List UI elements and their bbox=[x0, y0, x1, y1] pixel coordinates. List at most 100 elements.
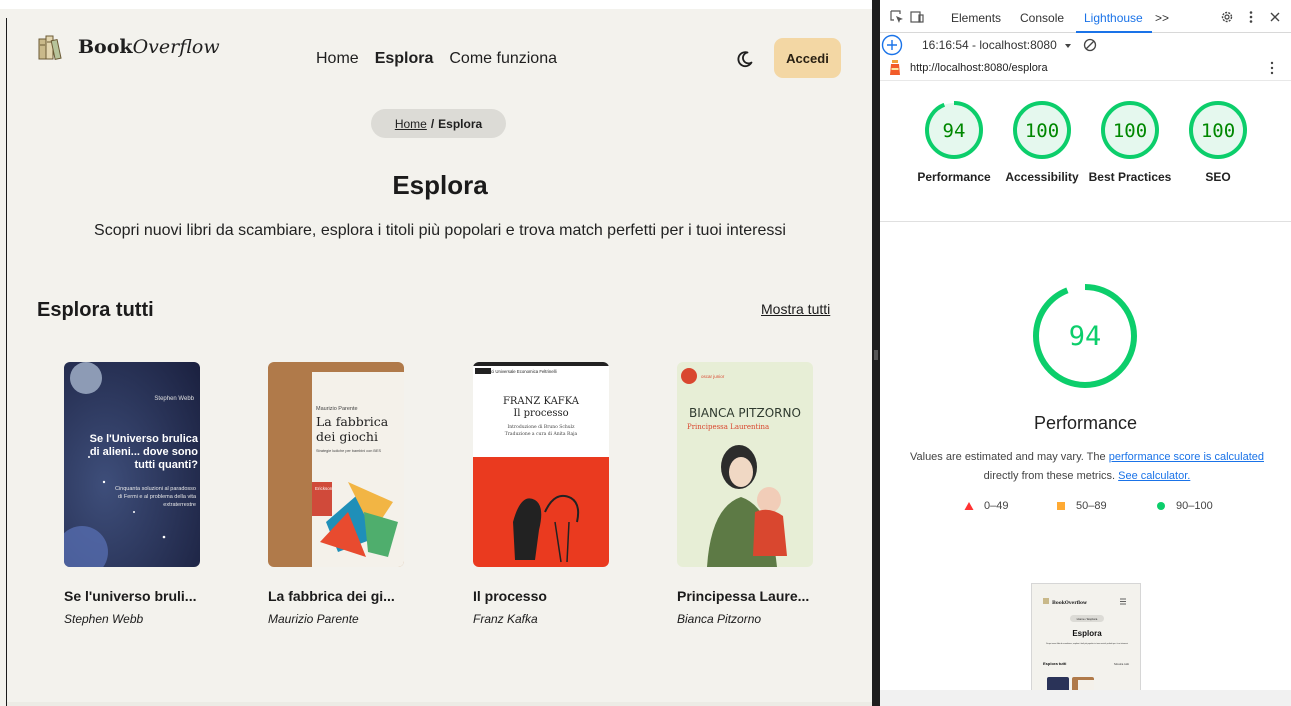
divider bbox=[880, 221, 1291, 222]
score-label: Accessibility bbox=[1005, 170, 1079, 184]
book-card[interactable]: Maurizio Parente La fabbrica dei giochi … bbox=[268, 362, 418, 626]
page-subtitle: Scopri nuovi libri da scambiare, esplora… bbox=[94, 222, 786, 239]
next-section-edge bbox=[7, 702, 872, 706]
main-nav: Home Esplora Come funziona bbox=[316, 50, 557, 68]
show-all-link[interactable]: Mostra tutti bbox=[761, 301, 830, 317]
new-report-icon[interactable] bbox=[881, 34, 903, 56]
cover-line: di alieni... dove sono bbox=[90, 446, 198, 458]
devtools-panel: Elements Console Lighthouse >> 16:16:54 … bbox=[880, 0, 1291, 706]
brand-logo[interactable]: BookOverflow bbox=[36, 31, 220, 63]
gear-icon[interactable] bbox=[1220, 10, 1234, 24]
score-value: 100 bbox=[1025, 120, 1059, 142]
cover-line: extraterrestre bbox=[163, 502, 196, 508]
calculator-link[interactable]: See calculator. bbox=[1118, 470, 1190, 482]
cover-author: FRANZ KAFKA bbox=[503, 396, 580, 407]
cover-line: Principessa Laurentina bbox=[687, 423, 769, 431]
performance-heading: Performance bbox=[1033, 413, 1138, 433]
cover-line: tutti quanti? bbox=[134, 459, 198, 471]
cover-author: BIANCA PITZORNO bbox=[689, 406, 801, 420]
thumb-subtitle: Scopri nuovi libri da scambiare, esplora… bbox=[1046, 642, 1128, 645]
breadcrumb-home[interactable]: Home bbox=[395, 117, 427, 131]
cover-line: dei giochi bbox=[316, 429, 378, 444]
cover-author: Maurizio Parente bbox=[316, 406, 358, 412]
legend-fail: 0–49 bbox=[964, 500, 1008, 512]
performance-note: Values are estimated and may vary. The p… bbox=[902, 448, 1272, 486]
tab-console[interactable]: Console bbox=[1020, 11, 1064, 25]
book-cover: I Classici Universale Economica Feltrine… bbox=[473, 362, 609, 567]
books-logo-icon bbox=[38, 35, 62, 60]
book-title: Il processo bbox=[473, 588, 547, 604]
book-author: Stephen Webb bbox=[64, 612, 144, 626]
cover-line: Traduzione a cura di Anita Raja bbox=[505, 431, 578, 437]
score-value: 94 bbox=[943, 120, 966, 142]
performance-gauge-large: 94 bbox=[1033, 284, 1137, 388]
legend-label: 0–49 bbox=[984, 500, 1009, 512]
audited-url: http://localhost:8080/esplora bbox=[910, 62, 1048, 74]
book-card[interactable]: oscar junior BIANCA PITZORNO Principessa… bbox=[677, 362, 827, 626]
clear-reports-icon[interactable] bbox=[1083, 38, 1097, 52]
tab-lighthouse[interactable]: Lighthouse bbox=[1084, 11, 1143, 25]
thumb-brand: BookOverflow bbox=[1052, 600, 1087, 606]
chevron-down-icon[interactable] bbox=[1063, 41, 1073, 51]
cover-line: Cinquanta soluzioni al paradosso bbox=[115, 486, 196, 492]
big-score-value: 94 bbox=[1069, 321, 1102, 352]
cover-line: di Fermi e al problema della vita bbox=[118, 494, 197, 500]
thumb-breadcrumb: Home / Esplora bbox=[1077, 617, 1098, 621]
close-icon[interactable] bbox=[1268, 10, 1282, 24]
nav-how-it-works[interactable]: Come funziona bbox=[449, 50, 557, 68]
score-gauge-seo[interactable]: 100 bbox=[1188, 100, 1248, 160]
report-toolbar: 16:16:54 - localhost:8080 bbox=[880, 34, 1291, 56]
breadcrumb-separator: / bbox=[430, 116, 435, 131]
note-text: Values are estimated and may vary. The bbox=[909, 451, 1109, 463]
cover-author: Stephen Webb bbox=[154, 396, 194, 402]
legend-label: 50–89 bbox=[1076, 500, 1107, 512]
audited-url-bar: http://localhost:8080/esplora bbox=[880, 56, 1291, 81]
score-value: 100 bbox=[1201, 120, 1235, 142]
score-gauge-accessibility[interactable]: 100 bbox=[1012, 100, 1072, 160]
inspect-element-icon[interactable] bbox=[890, 10, 904, 24]
tab-elements[interactable]: Elements bbox=[951, 11, 1001, 25]
triangle-icon bbox=[964, 502, 974, 510]
resize-handle[interactable] bbox=[874, 350, 878, 360]
book-cover: Stephen Webb Se l'Universo brulica di al… bbox=[64, 362, 200, 567]
legend-label: 90–100 bbox=[1176, 500, 1213, 512]
circle-icon bbox=[1157, 502, 1165, 510]
thumbnail-render: BookOverflow Home / Esplora Esplora Scop… bbox=[1032, 584, 1140, 705]
cover-publisher: Erickson bbox=[315, 486, 333, 491]
performance-score-link[interactable]: performance score is calculated bbox=[1109, 451, 1264, 463]
active-tab-indicator bbox=[1076, 31, 1152, 33]
book-author: Maurizio Parente bbox=[268, 612, 359, 626]
panel-bottom bbox=[880, 690, 1291, 706]
nav-home[interactable]: Home bbox=[316, 50, 359, 68]
score-label: Best Practices bbox=[1088, 170, 1172, 184]
kebab-menu-icon[interactable] bbox=[1244, 10, 1258, 24]
score-gauge-performance[interactable]: 94 bbox=[924, 100, 984, 160]
book-author: Bianca Pitzorno bbox=[677, 612, 762, 626]
login-button[interactable]: Accedi bbox=[774, 38, 841, 78]
brand-name: BookOverflow bbox=[78, 36, 220, 58]
breadcrumb-current: Esplora bbox=[438, 116, 483, 131]
report-selector[interactable]: 16:16:54 - localhost:8080 bbox=[922, 38, 1057, 52]
cover-line: Introduzione di Bruno Schulz bbox=[508, 424, 576, 430]
breadcrumb: Home / Esplora bbox=[371, 109, 506, 138]
book-card[interactable]: I Classici Universale Economica Feltrine… bbox=[473, 362, 623, 626]
cover-line: Se l'Universo brulica bbox=[90, 433, 199, 445]
square-icon bbox=[1057, 502, 1065, 510]
book-title: Se l'universo bruli... bbox=[64, 588, 197, 604]
kebab-menu-icon[interactable] bbox=[1269, 61, 1275, 75]
viewport-edge bbox=[6, 18, 7, 706]
book-title: La fabbrica dei gi... bbox=[268, 588, 395, 604]
book-card[interactable]: Stephen Webb Se l'Universo brulica di al… bbox=[64, 362, 214, 626]
cover-line: La fabbrica bbox=[316, 414, 389, 429]
moon-icon[interactable] bbox=[735, 49, 755, 69]
more-tabs-button[interactable]: >> bbox=[1155, 11, 1169, 25]
page-title: Esplora bbox=[392, 170, 488, 200]
legend-pass: 90–100 bbox=[1156, 500, 1213, 512]
score-gauge-best-practices[interactable]: 100 bbox=[1100, 100, 1160, 160]
device-toolbar-icon[interactable] bbox=[910, 10, 924, 24]
nav-explore[interactable]: Esplora bbox=[375, 50, 434, 68]
score-label: SEO bbox=[1205, 170, 1231, 184]
final-screenshot-thumbnail[interactable]: BookOverflow Home / Esplora Esplora Scop… bbox=[1031, 583, 1141, 706]
section-title: Esplora tutti bbox=[37, 299, 154, 321]
lighthouse-icon bbox=[890, 60, 900, 75]
